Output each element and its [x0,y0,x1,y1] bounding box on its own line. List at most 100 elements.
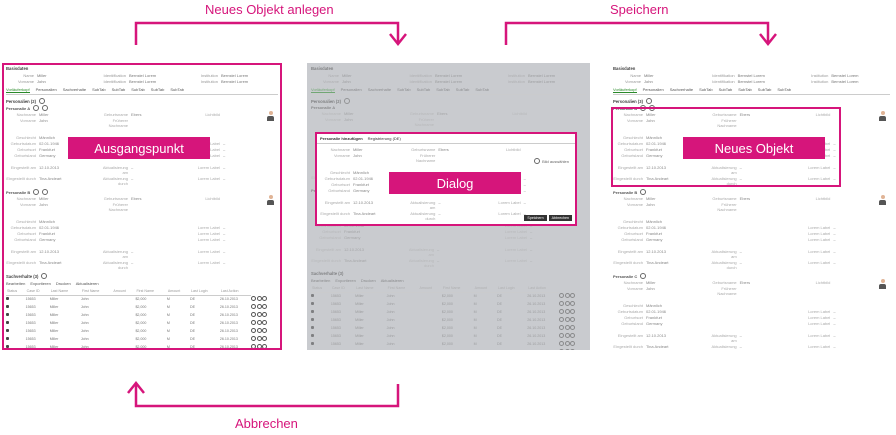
dialog-save-button[interactable]: Speichern [524,215,547,221]
edit-icon[interactable] [640,189,647,195]
tab[interactable]: SubTab [436,87,450,93]
row-action-icon[interactable] [251,344,257,349]
tab[interactable]: Sachverhalte [670,87,693,93]
sv-toolbar-button[interactable]: Drucken [56,281,71,286]
row-action-icon[interactable] [256,328,262,333]
tab[interactable]: SubTab [719,87,733,93]
row-action-icon[interactable] [559,301,565,306]
sv-toolbar-button[interactable]: Drucken [361,278,376,283]
row-action-icon[interactable] [251,304,257,309]
tab[interactable]: SubTab [170,87,184,93]
row-action-icon[interactable] [262,320,268,325]
tab[interactable]: SubTab [758,87,772,93]
tab[interactable]: SubTab [112,87,126,93]
sv-toolbar-button[interactable]: Aktualisieren [76,281,99,286]
tab[interactable]: SubTab [777,87,791,93]
row-action-icon[interactable] [564,301,570,306]
tab[interactable]: Vorläuferkopf [311,87,335,93]
row-action-icon[interactable] [570,349,576,350]
persons-header[interactable]: Personalien (3) [613,98,890,104]
row-action-icon[interactable] [262,336,268,341]
row-action-icon[interactable] [251,336,257,341]
add-person-icon[interactable] [646,98,653,104]
edit-icon[interactable] [33,189,40,195]
delete-icon[interactable] [649,105,656,111]
dialog-cancel-button[interactable]: Abbrechen [548,215,572,221]
row-action-icon[interactable] [570,325,576,330]
dialog-tabs[interactable]: Personalie hinzufügen Registrierung (DE) [317,134,575,144]
edit-icon[interactable] [640,105,647,111]
row-action-icon[interactable] [559,333,565,338]
row-action-icon[interactable] [570,317,576,322]
tab[interactable]: SubTab [475,87,489,93]
add-image-icon[interactable] [534,158,541,164]
tab[interactable]: Personalien [341,87,362,93]
persons-header[interactable]: Personalien (2) [6,98,278,104]
row-action-icon[interactable] [564,349,570,350]
row-action-icon[interactable] [564,317,570,322]
tab[interactable]: SubTab [456,87,470,93]
row-action-icon[interactable] [564,333,570,338]
sv-toolbar-button[interactable]: Bearbeiten [311,278,330,283]
row-action-icon[interactable] [262,328,268,333]
dialog-add-image[interactable]: Bild auswählen [534,158,569,164]
row-action-icon[interactable] [559,341,565,346]
add-case-icon[interactable] [41,273,48,279]
tab[interactable]: SubTab [738,87,752,93]
tab-bar[interactable]: Vorläuferkopf Personalien Sachverhalte SubT… [6,87,278,95]
edit-icon[interactable] [33,105,40,111]
tab[interactable]: SubTab [699,87,713,93]
row-action-icon[interactable] [251,296,257,301]
delete-icon[interactable] [42,105,49,111]
tab[interactable]: SubTab [92,87,106,93]
row-action-icon[interactable] [256,344,262,349]
add-person-icon[interactable] [39,98,46,104]
edit-icon[interactable] [640,273,647,279]
row-action-icon[interactable] [256,312,262,317]
sv-toolbar-button[interactable]: Exportieren [335,278,355,283]
row-action-icon[interactable] [570,341,576,346]
tab[interactable]: Sachverhalte [63,87,86,93]
dialog-tab-add-person[interactable]: Personalie hinzufügen [320,136,363,141]
tab[interactable]: SubTab [397,87,411,93]
sv-toolbar-button[interactable]: Bearbeiten [6,281,25,286]
row-action-icon[interactable] [564,309,570,314]
tab[interactable]: SubTab [151,87,165,93]
row-action-icon[interactable] [564,325,570,330]
row-action-icon[interactable] [262,312,268,317]
row-action-icon[interactable] [251,312,257,317]
row-action-icon[interactable] [251,320,257,325]
row-action-icon[interactable] [570,333,576,338]
row-action-icon[interactable] [256,320,262,325]
tab-bar[interactable]: Vorläuferkopf Personalien Sachverhalte SubT… [613,87,890,95]
row-action-icon[interactable] [559,293,565,298]
row-action-icon[interactable] [559,349,565,350]
row-action-icon[interactable] [256,296,262,301]
row-action-icon[interactable] [559,325,565,330]
tab[interactable]: Personalien [643,87,664,93]
row-action-icon[interactable] [262,344,268,349]
tab[interactable]: Sachverhalte [368,87,391,93]
tab[interactable]: Vorläuferkopf [6,87,30,93]
row-action-icon[interactable] [570,293,576,298]
row-action-icon[interactable] [559,317,565,322]
row-action-icon[interactable] [570,309,576,314]
row-action-icon[interactable] [256,336,262,341]
row-action-icon[interactable] [251,328,257,333]
tab[interactable]: Vorläuferkopf [613,87,637,93]
dialog-tab-registration[interactable]: Registrierung (DE) [368,136,401,141]
row-action-icon[interactable] [256,304,262,309]
tab[interactable]: SubTab [131,87,145,93]
row-action-icon[interactable] [564,293,570,298]
tab[interactable]: SubTab [417,87,431,93]
row-action-icon[interactable] [262,296,268,301]
row-action-icon[interactable] [262,304,268,309]
row-action-icon[interactable] [564,341,570,346]
row-action-icon[interactable] [559,309,565,314]
tab[interactable]: Personalien [36,87,57,93]
delete-icon[interactable] [42,189,49,195]
sv-toolbar-button[interactable]: Exportieren [30,281,50,286]
sachverhalte-header[interactable]: Sachverhalte (3) [6,273,278,279]
sv-toolbar-button[interactable]: Aktualisieren [381,278,404,283]
row-action-icon[interactable] [570,301,576,306]
